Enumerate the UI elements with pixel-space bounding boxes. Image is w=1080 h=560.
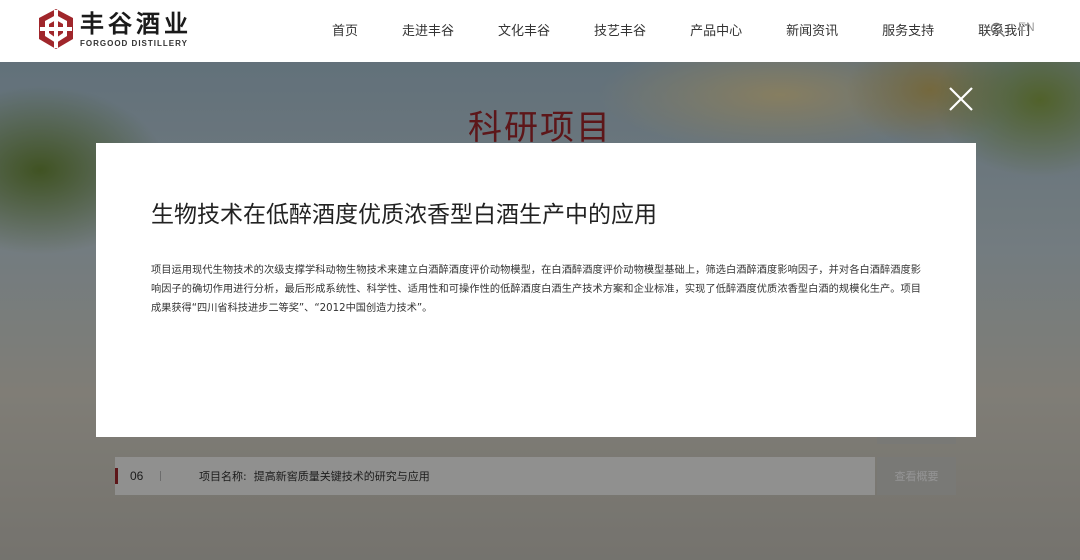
- logo-english-name: FORGOOD DISTILLERY: [80, 38, 188, 48]
- nav-item-craft[interactable]: 技艺丰谷: [572, 20, 668, 39]
- close-icon[interactable]: [948, 86, 974, 112]
- project-detail-modal: 生物技术在低醉酒度优质浓香型白酒生产中的应用 项目运用现代生物技术的次级支撑学科…: [96, 143, 976, 437]
- nav-item-products[interactable]: 产品中心: [668, 20, 764, 39]
- nav-item-about[interactable]: 走进丰谷: [380, 20, 476, 39]
- nav-item-culture[interactable]: 文化丰谷: [476, 20, 572, 39]
- logo[interactable]: 丰谷酒业 FORGOOD DISTILLERY: [38, 8, 192, 50]
- nav-item-service[interactable]: 服务支持: [860, 20, 956, 39]
- nav-item-news[interactable]: 新闻资讯: [764, 20, 860, 39]
- language-switch[interactable]: EN: [1018, 20, 1035, 34]
- modal-title: 生物技术在低醉酒度优质浓香型白酒生产中的应用: [151, 202, 657, 228]
- logo-chinese-name: 丰谷酒业: [80, 8, 192, 38]
- modal-body: 项目运用现代生物技术的次级支撑学科动物生物技术来建立白酒醉酒度评价动物模型，在白…: [151, 265, 921, 314]
- main-nav: 首页 走进丰谷 文化丰谷 技艺丰谷 产品中心 新闻资讯 服务支持 联系我们: [310, 0, 1052, 58]
- search-icon[interactable]: [990, 22, 1006, 38]
- site-header: 丰谷酒业 FORGOOD DISTILLERY 首页 走进丰谷 文化丰谷 技艺丰…: [0, 0, 1080, 62]
- logo-mark-icon: [39, 9, 73, 49]
- nav-item-home[interactable]: 首页: [310, 20, 380, 39]
